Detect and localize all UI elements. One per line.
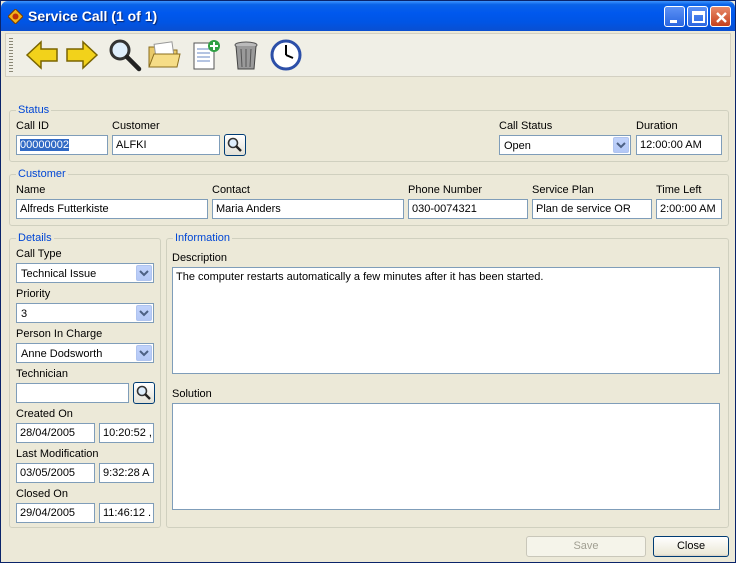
call-id-field[interactable]: 00000002 (16, 135, 108, 155)
solution-textarea[interactable] (172, 403, 720, 510)
details-legend: Details (16, 232, 54, 244)
search-icon[interactable] (106, 37, 142, 73)
modified-time-field[interactable]: 9:32:28 A (99, 463, 154, 483)
closed-on-label: Closed On (16, 488, 68, 500)
chevron-down-icon[interactable] (613, 137, 629, 153)
time-left-field[interactable]: 2:00:00 AM (656, 199, 722, 219)
created-time-field[interactable]: 10:20:52 , (99, 423, 154, 443)
priority-value: 3 (21, 308, 28, 320)
closed-date-field[interactable]: 29/04/2005 (16, 503, 95, 523)
open-folder-icon[interactable] (146, 37, 182, 73)
created-date-field[interactable]: 28/04/2005 (16, 423, 95, 443)
toolbar (5, 33, 731, 77)
call-type-value: Technical Issue (21, 268, 97, 280)
title-bar[interactable]: Service Call (1 of 1) (1, 1, 735, 31)
phone-field[interactable]: 030-0074321 (408, 199, 528, 219)
person-in-charge-value: Anne Dodsworth (21, 348, 103, 360)
new-document-icon[interactable] (188, 37, 224, 73)
service-call-window: Service Call (1 of 1) Status Call ID 000… (0, 0, 736, 563)
name-label: Name (16, 184, 46, 196)
maximize-button[interactable] (687, 6, 708, 27)
call-id-label: Call ID (16, 120, 50, 132)
close-button[interactable]: Close (653, 536, 729, 557)
time-left-label: Time Left (656, 184, 702, 196)
close-window-button[interactable] (710, 6, 731, 27)
customer-id-field[interactable]: ALFKI (112, 135, 220, 155)
contact-label: Contact (212, 184, 250, 196)
service-plan-label: Service Plan (532, 184, 594, 196)
magnifier-icon (227, 137, 242, 152)
toolbar-grip[interactable] (9, 38, 13, 72)
chevron-down-icon[interactable] (136, 265, 152, 281)
window-title: Service Call (1 of 1) (28, 8, 158, 24)
save-button[interactable]: Save (526, 536, 646, 557)
person-in-charge-select[interactable]: Anne Dodsworth (16, 343, 154, 363)
chevron-down-icon[interactable] (136, 305, 152, 321)
chevron-down-icon[interactable] (136, 345, 152, 361)
app-icon (8, 9, 23, 24)
duration-field[interactable]: 12:00:00 AM (636, 135, 722, 155)
call-id-value: 00000002 (20, 139, 69, 151)
customer-legend: Customer (16, 168, 68, 180)
customer-lookup-button[interactable] (224, 134, 246, 156)
technician-field[interactable] (16, 383, 129, 403)
description-textarea[interactable]: The computer restarts automatically a fe… (172, 267, 720, 374)
customer-id-label: Customer (112, 120, 160, 132)
call-status-select[interactable]: Open (499, 135, 631, 155)
service-plan-field[interactable]: Plan de service OR (532, 199, 652, 219)
created-on-label: Created On (16, 408, 73, 420)
status-legend: Status (16, 104, 52, 116)
priority-label: Priority (16, 288, 51, 300)
technician-label: Technician (16, 368, 68, 380)
solution-label: Solution (172, 388, 212, 400)
forward-arrow-icon[interactable] (64, 37, 100, 73)
contact-field[interactable]: Maria Anders (212, 199, 404, 219)
name-field[interactable]: Alfreds Futterkiste (16, 199, 208, 219)
magnifier-icon (136, 385, 151, 400)
description-label: Description (172, 252, 228, 264)
priority-select[interactable]: 3 (16, 303, 154, 323)
trash-icon[interactable] (228, 37, 264, 73)
person-in-charge-label: Person In Charge (16, 328, 103, 340)
information-legend: Information (173, 232, 233, 244)
phone-label: Phone Number (408, 184, 482, 196)
clock-icon[interactable] (268, 37, 304, 73)
call-status-label: Call Status (499, 120, 553, 132)
duration-label: Duration (636, 120, 678, 132)
closed-time-field[interactable]: 11:46:12 . (99, 503, 154, 523)
back-arrow-icon[interactable] (24, 37, 60, 73)
modified-date-field[interactable]: 03/05/2005 (16, 463, 95, 483)
minimize-button[interactable] (664, 6, 685, 27)
call-type-select[interactable]: Technical Issue (16, 263, 154, 283)
technician-lookup-button[interactable] (133, 382, 155, 404)
last-modification-label: Last Modification (16, 448, 99, 460)
call-type-label: Call Type (16, 248, 62, 260)
call-status-value: Open (504, 140, 531, 152)
